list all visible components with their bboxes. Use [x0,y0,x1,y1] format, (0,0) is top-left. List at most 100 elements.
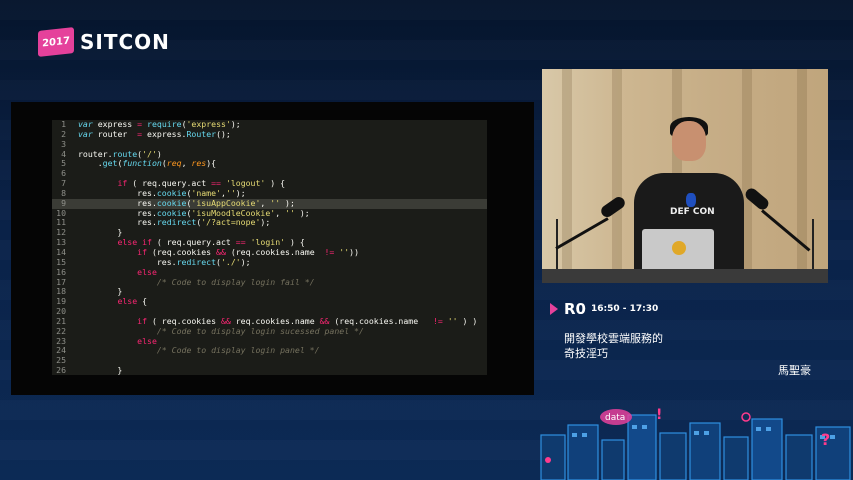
session-title-line2: 奇技淫巧 [564,347,608,360]
code-token: ){ [206,158,217,169]
code-token: ) ) [457,315,478,326]
code-token: /* Code to display login panel */ [156,345,320,356]
code-token: require [147,120,182,129]
code-token: 'login' [250,237,286,248]
code-token: , [260,197,271,208]
code-token: '' [270,197,281,208]
code-token: '' [225,187,236,198]
question-icon: ? [821,430,830,449]
code-token: /* Code to display login sucessed panel … [156,325,364,336]
code-token: ); [235,187,246,198]
code-token: redirect [176,256,217,267]
code-token: express. [142,128,187,139]
code-token: ) { [265,178,286,189]
laptop [642,229,714,273]
code-text: else { [78,296,148,307]
laptop-sticker-icon [672,241,686,255]
code-token: ); [260,217,271,228]
code-token: var [78,120,93,129]
code-token: (req.cookies [147,246,217,257]
code-token: else [137,266,157,277]
at-icon [741,412,751,422]
code-token: != [324,246,335,257]
code-token: ); [230,120,241,129]
code-token: '' [447,315,458,326]
dot-icon [545,457,551,463]
code-token: == [211,178,221,189]
podium-table [542,269,828,283]
handheld-mic-icon [686,193,696,207]
code-line: 5 .get(function(req, res){ [52,158,487,169]
code-token: cookie [156,187,187,198]
code-token: else [117,296,138,307]
code-token: res. [78,187,157,198]
code-token: req.cookies.name [230,315,320,326]
building-icon [540,434,566,480]
code-text: .get(function(req, res){ [78,158,217,169]
code-token: { [137,296,148,307]
exclamation-icon: ! [656,407,662,423]
code-token: get [102,158,118,169]
line-number: 26 [56,365,66,375]
curtain-fold [612,69,622,283]
logo-year: 2017 [42,35,70,49]
code-text: var router = express.Router(); [78,128,231,140]
code-token: ); [280,197,295,208]
code-token: ( req.cookies [147,315,221,326]
code-token: Router [186,128,217,139]
code-token: redirect [156,217,197,228]
code-token: 'isuMoodleCookie' [191,207,276,218]
code-token: cookie [156,197,187,208]
code-token: == [235,237,246,248]
code-token: (req.cookies.name [225,246,325,257]
speaker-head [672,121,706,161]
code-token: '/' [142,148,157,159]
code-token: ( req.query.act [151,237,236,248]
code-token: function [122,158,162,169]
code-token: && [216,246,226,257]
code-token: 'express' [186,120,231,129]
code-line: 24 /* Code to display login panel */ [52,345,487,356]
code-token: . [78,158,103,169]
code-token: (req.cookies.name [329,315,433,326]
code-token: if [117,178,128,189]
code-token: if [137,246,148,257]
building-icon [659,432,687,480]
shirt-logo: DEF CON [670,207,715,217]
logo-cube-icon: 2017 [38,27,74,57]
code-token: ); [240,256,251,267]
code-token: router [92,128,138,139]
code-token: './' [220,256,241,267]
room-label: R0 [564,300,586,318]
code-token: req [166,158,182,169]
code-token: (); [216,128,231,139]
code-text: } [78,365,122,375]
logo-wordmark: SITCON [80,30,170,54]
code-token: '/?act=nope' [201,217,261,228]
code-token: 'logout' [225,178,266,189]
code-editor: 1 var express = require('express'); 2 var r… [52,120,487,375]
code-token: 'name' [191,187,221,198]
code-token: res. [78,207,157,218]
building-icon [723,436,749,480]
code-token: if [137,315,148,326]
code-token: else [137,335,157,346]
building-icon [601,439,625,480]
city-sign-text: data [605,413,625,423]
code-token: cookie [156,207,187,218]
code-token: )) [349,246,359,257]
code-token: res. [78,256,177,267]
code-token: '' [285,207,295,218]
code-text: /* Code to display login panel */ [78,345,320,356]
play-triangle-icon [550,303,558,315]
session-time: 16:50 - 17:30 [591,304,659,314]
